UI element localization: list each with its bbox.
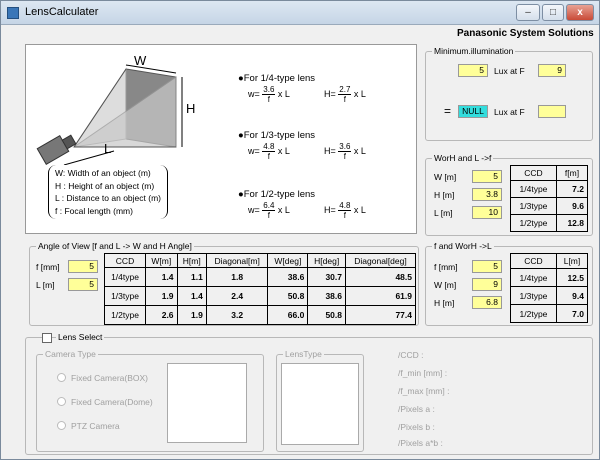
info-ccd: /CCD : [398, 350, 424, 360]
fworh-f-input[interactable]: 5 [472, 260, 502, 273]
angle-of-view-group: Angle of View [f and L -> W and H Angle]… [29, 241, 419, 326]
worh-l-input[interactable]: 10 [472, 206, 502, 219]
fworh-h-label: H [m] [434, 298, 455, 308]
f-worh-to-l-group: f and WorH ->L f [mm] 5 W [m] 9 H [m] 6.… [425, 241, 593, 326]
equals-label: = [444, 104, 452, 118]
info-f-min: /f_min [mm] : [398, 368, 448, 378]
camera-view-diagram [36, 64, 183, 165]
lux-at-f-label-2: Lux at F [494, 107, 525, 117]
fworh-w-input[interactable]: 9 [472, 278, 502, 291]
camera-type-title: Camera Type [43, 349, 98, 359]
min-illumination-group: Minimum.illumination 5 Lux at F 9 = NULL… [425, 46, 593, 141]
radio-ptz[interactable] [57, 421, 66, 430]
camera-list-box[interactable] [167, 363, 247, 443]
lens-select-group: Lens Select Camera Type Fixed Camera(BOX… [25, 332, 593, 455]
diagram-panel: W H L W: Width of an object (m) H : Heig… [25, 44, 417, 234]
worh-l-label: L [m] [434, 208, 453, 218]
label-l: L [104, 141, 112, 156]
worh-h-input[interactable]: 3.8 [472, 188, 502, 201]
minimize-button[interactable]: – [516, 4, 540, 21]
radio-fixed-box[interactable] [57, 373, 66, 382]
option-fixed-box: Fixed Camera(BOX) [71, 373, 148, 383]
definition-f: f : Focal length (mm) [55, 205, 133, 216]
worh-l-to-f-group: WorH and L ->f W [m] 5 H [m] 3.8 L [m] 1… [425, 153, 593, 236]
worh-w-label: W [m] [434, 172, 457, 182]
close-button[interactable]: x [566, 4, 594, 21]
info-pixels-b: /Pixels b : [398, 422, 435, 432]
lux-at-f-label: Lux at F [494, 66, 525, 76]
fworh-w-label: W [m] [434, 280, 457, 290]
angle-l-label: L [m] [36, 280, 55, 290]
app-icon [7, 7, 19, 19]
worh-result-table: CCD f[m] 1/4type 7.2 1/3type 9.6 1/2type 12.… [510, 165, 589, 232]
definition-l: L : Distance to an object (m) [55, 193, 161, 203]
label-w: W [134, 53, 147, 68]
camera-icon [36, 134, 77, 165]
option-ptz: PTZ Camera [71, 421, 120, 431]
angle-f-input[interactable]: 5 [68, 260, 98, 273]
lens-type-title: LensType [283, 349, 324, 359]
lens-type-list-box[interactable] [281, 363, 359, 445]
definitions-block: W: Width of an object (m) H : Height of … [48, 165, 168, 219]
lux-input[interactable]: 5 [458, 64, 488, 77]
radio-fixed-dome[interactable] [57, 397, 66, 406]
lens-select-checkbox[interactable] [42, 333, 52, 343]
worh-title: WorH and L ->f [432, 153, 494, 163]
camera-type-group: Camera Type Fixed Camera(BOX) Fixed Came… [36, 349, 264, 452]
min-illumination-title: Minimum.illumination [432, 46, 516, 56]
info-pixels-a: /Pixels a : [398, 404, 435, 414]
window-title: LensCalculater [25, 6, 99, 18]
angle-l-input[interactable]: 5 [68, 278, 98, 291]
lens-type-group: LensType [276, 349, 364, 452]
fworh-h-input[interactable]: 6.8 [472, 296, 502, 309]
worh-w-input[interactable]: 5 [472, 170, 502, 183]
label-h: H [186, 101, 196, 116]
maximize-button[interactable]: □ [542, 4, 564, 21]
fworh-f-label: f [mm] [434, 262, 458, 272]
angle-f-label: f [mm] [36, 262, 60, 272]
fworh-title: f and WorH ->L [432, 241, 494, 251]
title-bar[interactable]: LensCalculater – □ x [1, 1, 599, 25]
f-number-result[interactable] [538, 105, 566, 118]
fworh-result-table: CCD L[m] 1/4type 12.5 1/3type 9.4 1/2type 7.… [510, 253, 589, 323]
info-pixels-ab: /Pixels a*b : [398, 438, 443, 448]
lens-select-label: Lens Select [56, 332, 105, 342]
app-window: LensCalculater – □ x Panasonic System So… [0, 0, 600, 460]
worh-h-label: H [m] [434, 190, 455, 200]
angle-result-table: CCD W[m] H[m] Diagonal[m] W[deg] H[deg] Diagon… [103, 253, 416, 325]
lux-result: NULL [458, 105, 488, 118]
option-fixed-dome: Fixed Camera(Dome) [71, 397, 153, 407]
definition-h: H : Height of an object (m) [55, 180, 155, 191]
angle-title: Angle of View [f and L -> W and H Angle] [36, 241, 194, 251]
brand-label: Panasonic System Solutions [457, 28, 594, 39]
definition-w: W: Width of an object (m) [55, 168, 151, 178]
info-f-max: /f_max [mm] : [398, 386, 450, 396]
f-number-input[interactable]: 9 [538, 64, 566, 77]
